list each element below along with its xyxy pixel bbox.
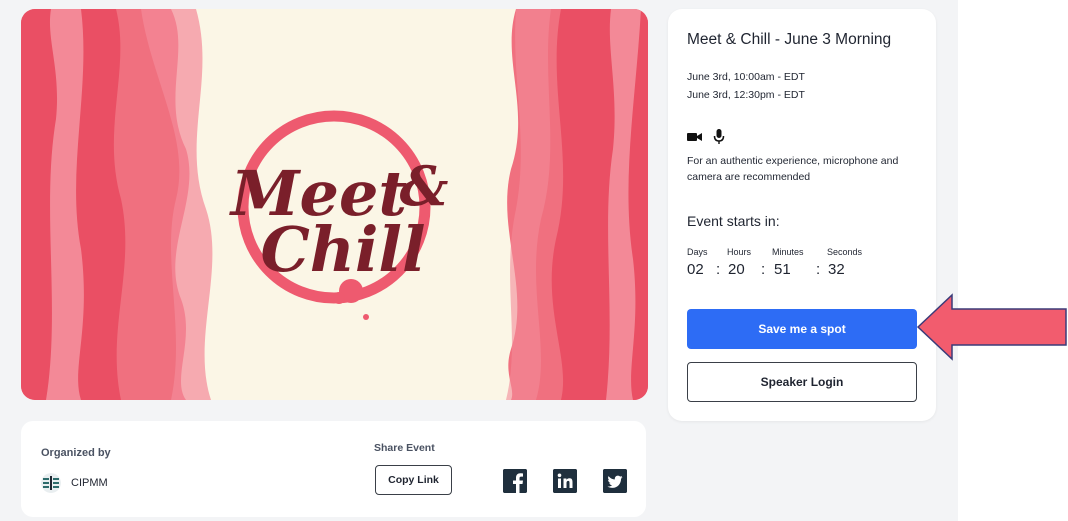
countdown-heading: Event starts in: xyxy=(687,213,780,229)
countdown-days: 02 xyxy=(687,261,704,278)
countdown-minutes: 51 xyxy=(774,261,791,278)
banner-artwork: Meet & Chill xyxy=(21,9,648,400)
organizer-name: CIPMM xyxy=(71,477,108,489)
linkedin-icon[interactable] xyxy=(553,469,577,493)
microphone-icon xyxy=(713,128,725,150)
event-end-time: June 3rd, 12:30pm - EDT xyxy=(687,89,805,101)
countdown-minutes-label: Minutes xyxy=(772,247,804,257)
facebook-icon[interactable] xyxy=(503,469,527,493)
pointer-arrow xyxy=(916,293,1067,361)
countdown-days-label: Days xyxy=(687,247,708,257)
event-start-time: June 3rd, 10:00am - EDT xyxy=(687,71,805,83)
organizer-row[interactable]: CIPMM xyxy=(41,473,108,493)
countdown-separator: : xyxy=(816,261,821,278)
video-camera-icon xyxy=(687,130,703,148)
twitter-icon[interactable] xyxy=(603,469,627,493)
event-title: Meet & Chill - June 3 Morning xyxy=(687,31,892,48)
speaker-login-button[interactable]: Speaker Login xyxy=(687,362,917,402)
media-icons xyxy=(687,128,725,150)
banner-word-2: Chill xyxy=(260,213,425,286)
countdown-hours: 20 xyxy=(728,261,745,278)
copy-link-button[interactable]: Copy Link xyxy=(375,465,452,495)
organizer-logo-icon xyxy=(41,473,61,493)
countdown-seconds-label: Seconds xyxy=(827,247,863,257)
event-info-card: Meet & Chill - June 3 Morning June 3rd, … xyxy=(668,9,936,421)
countdown-separator: : xyxy=(761,261,766,278)
save-spot-button[interactable]: Save me a spot xyxy=(687,309,917,349)
banner-ampersand: & xyxy=(400,154,449,218)
organizer-card: Organized by CIPMM Share Event Copy Link xyxy=(21,421,646,517)
countdown-hours-label: Hours xyxy=(727,247,752,257)
organized-by-label: Organized by xyxy=(41,447,111,459)
countdown-seconds: 32 xyxy=(828,261,845,278)
countdown-separator: : xyxy=(716,261,721,278)
media-recommendation: For an authentic experience, microphone … xyxy=(687,155,899,183)
event-banner: Meet & Chill xyxy=(21,9,648,400)
share-event-label: Share Event xyxy=(374,442,435,454)
